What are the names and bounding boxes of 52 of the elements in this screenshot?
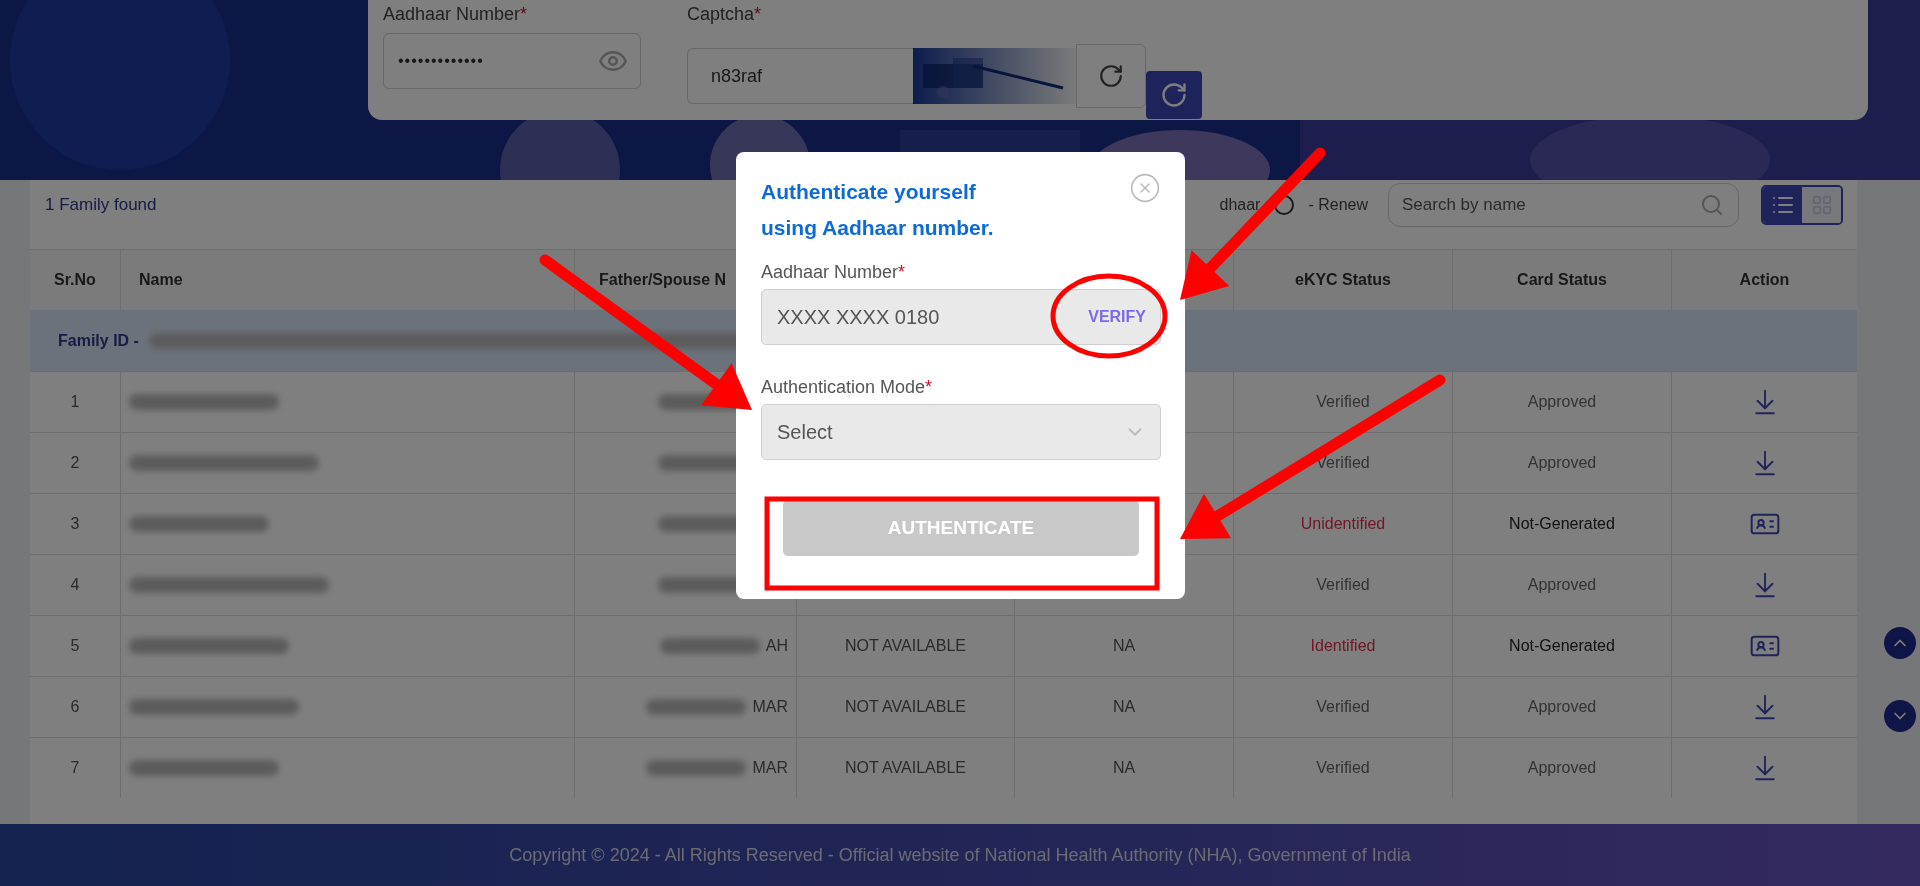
table-cell: MAR: [752, 698, 788, 716]
scroll-up-button[interactable]: [1884, 627, 1916, 659]
table-cell: MAR: [752, 759, 788, 777]
table-cell: NA: [1112, 698, 1136, 716]
status-cell: Approved: [1453, 738, 1672, 798]
status-cell: Verified: [1234, 555, 1453, 615]
table-cell: 2: [30, 433, 121, 493]
table-cell: NOT AVAILABLE: [845, 698, 966, 716]
status-cell: Verified: [1234, 738, 1453, 798]
table-cell: 3: [30, 494, 121, 554]
table-cell: NOT AVAILABLE: [845, 637, 966, 655]
renew-icon: [1272, 193, 1297, 217]
table-cell: NA: [1112, 759, 1136, 777]
table-cell: 1: [30, 372, 121, 432]
status-cell: Approved: [1453, 677, 1672, 737]
aadhaar-input[interactable]: XXXX XXXX 0180 VERIFY: [761, 289, 1161, 345]
status-cell: Identified: [1234, 616, 1453, 676]
status-cell: Unidentified: [1234, 494, 1453, 554]
verify-button[interactable]: VERIFY: [1088, 304, 1146, 330]
status-cell: Approved: [1453, 372, 1672, 432]
table-cell: 7: [30, 738, 121, 798]
column-header: Action: [1672, 250, 1857, 310]
column-header: Name: [121, 250, 575, 310]
search-input[interactable]: Search by name: [1400, 194, 1680, 216]
dialog-title: Authenticate yourself using Aadhaar number.: [761, 179, 995, 241]
scroll-down-button[interactable]: [1884, 700, 1916, 732]
legend-text: - Renew: [1308, 196, 1368, 214]
table-cell: 5: [30, 616, 121, 676]
table-cell: NA: [1112, 637, 1136, 655]
status-cell: Verified: [1234, 372, 1453, 432]
field-label: Authentication Mode*: [761, 377, 934, 398]
legend-text: dhaar: [1219, 196, 1261, 214]
search-icon: [1700, 193, 1724, 217]
status-cell: Approved: [1453, 433, 1672, 493]
table-cell: AH: [765, 637, 788, 655]
column-header: Card Status: [1453, 250, 1672, 310]
column-header: Sr.No: [30, 250, 121, 310]
results-count: 1 Family found: [45, 195, 157, 215]
status-cell: Verified: [1234, 677, 1453, 737]
list-view-button[interactable]: [1763, 187, 1802, 223]
status-cell: Not-Generated: [1453, 494, 1672, 554]
status-cell: Not-Generated: [1453, 616, 1672, 676]
copyright-text: Copyright © 2024 - All Rights Reserved - Official website of National Health Authority (NHA), Government of India: [509, 844, 1411, 866]
search-field[interactable]: Search by name: [1388, 183, 1739, 227]
table-cell: 4: [30, 555, 121, 615]
table-cell: NOT AVAILABLE: [845, 759, 966, 777]
status-cell: Verified: [1234, 433, 1453, 493]
status-cell: Approved: [1453, 555, 1672, 615]
mode-select[interactable]: Select: [761, 404, 1161, 460]
column-header: eKYC Status: [1234, 250, 1453, 310]
table-cell: 6: [30, 677, 121, 737]
group-label: Family ID -: [58, 331, 139, 350]
